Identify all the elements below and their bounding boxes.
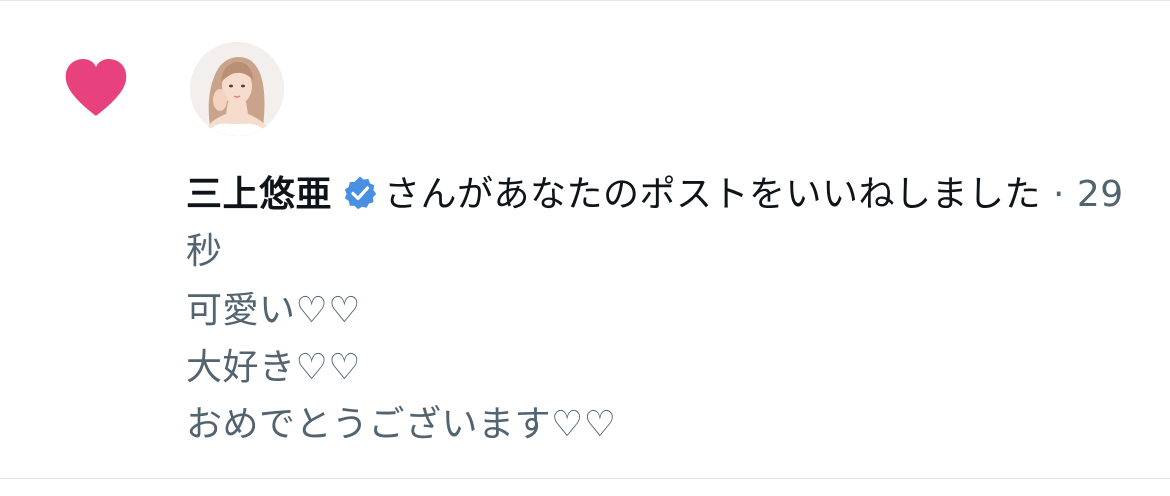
avatar[interactable] [190, 42, 284, 136]
heart-icon [64, 58, 128, 118]
post-text-line: 可愛い♡♡ [186, 290, 362, 331]
bottom-divider [0, 478, 1170, 479]
post-text-line: 大好き♡♡ [186, 347, 362, 388]
verified-badge-icon [342, 175, 378, 211]
notification-text: 三上悠亜 さんがあなたのポストをいいねしました · 29 秒 [186, 166, 1136, 280]
post-text[interactable]: 可愛い♡♡ 大好き♡♡ おめでとうございます♡♡ [186, 282, 1136, 453]
action-text: さんがあなたのポストをいいねしました [384, 174, 1042, 215]
user-name[interactable]: 三上悠亜 [186, 174, 332, 215]
separator: · [1041, 174, 1077, 215]
post-text-line: おめでとうございます♡♡ [186, 404, 617, 445]
top-divider [0, 0, 1170, 1]
